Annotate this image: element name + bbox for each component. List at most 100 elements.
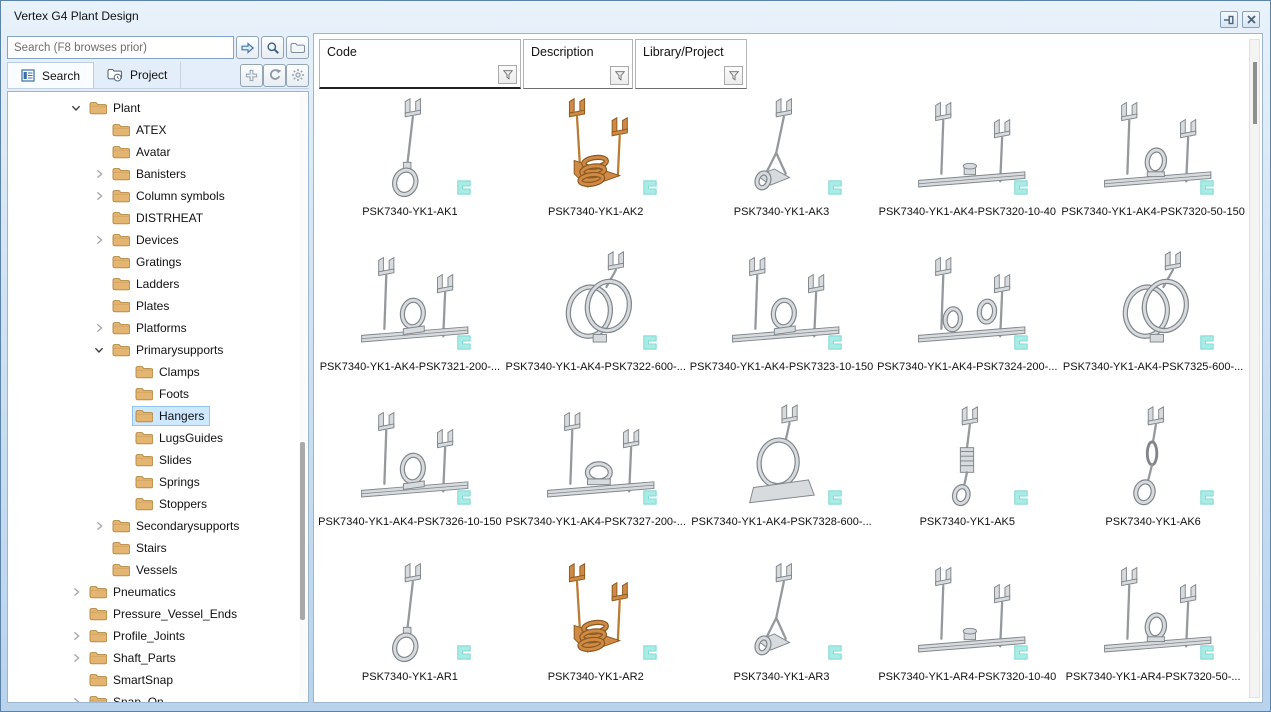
- component-item-psk7340-yk1-ak4-psk7328-600[interactable]: PSK7340-YK1-AK4-PSK7328-600-...: [689, 401, 875, 556]
- tree-item-lugsguides[interactable]: LugsGuides: [8, 427, 308, 449]
- component-item-psk7340-yk1-ak6[interactable]: PSK7340-YK1-AK6: [1060, 401, 1246, 556]
- tree-item-hangers[interactable]: Hangers: [8, 405, 308, 427]
- tab-project[interactable]: Project: [94, 62, 181, 88]
- tree-item-column-symbols[interactable]: Column symbols: [8, 185, 308, 207]
- tree-item-plates[interactable]: Plates: [8, 295, 308, 317]
- expand-toggle[interactable]: [70, 696, 86, 703]
- tree-item-snap-on[interactable]: Snap_On: [8, 691, 308, 703]
- tab-search[interactable]: Search: [7, 62, 94, 88]
- tree-item-smartsnap[interactable]: SmartSnap: [8, 669, 308, 691]
- column-header-description[interactable]: Description: [523, 39, 633, 89]
- component-item-psk7340-yk1-ak4-psk7326-10-150[interactable]: PSK7340-YK1-AK4-PSK7326-10-150: [317, 401, 503, 556]
- browse-folder-button[interactable]: [286, 36, 309, 59]
- expand-toggle[interactable]: [70, 102, 86, 114]
- tree-item-atex[interactable]: ATEX: [8, 119, 308, 141]
- tree-item-pneumatics[interactable]: Pneumatics: [8, 581, 308, 603]
- column-header-code[interactable]: Code: [319, 39, 521, 89]
- tree-item-stoppers[interactable]: Stoppers: [8, 493, 308, 515]
- component-item-psk7340-yk1-ak4-psk7320-10-40[interactable]: PSK7340-YK1-AK4-PSK7320-10-40: [874, 91, 1060, 246]
- component-item-psk7340-yk1-ak2[interactable]: PSK7340-YK1-AK2: [503, 91, 689, 246]
- tree-item-plant[interactable]: Plant: [8, 97, 308, 119]
- expand-toggle[interactable]: [93, 234, 109, 246]
- chevron-right-icon[interactable]: [70, 586, 82, 598]
- search-input[interactable]: [7, 36, 234, 59]
- expand-toggle[interactable]: [93, 344, 109, 356]
- column-header-library-project[interactable]: Library/Project: [635, 39, 747, 89]
- component-item-psk7340-yk1-ak4-psk7323-10-150[interactable]: PSK7340-YK1-AK4-PSK7323-10-150: [689, 246, 875, 401]
- tree-item-devices[interactable]: Devices: [8, 229, 308, 251]
- pin-window-button[interactable]: [1220, 11, 1238, 28]
- tree-item-vessels[interactable]: Vessels: [8, 559, 308, 581]
- chevron-right-icon[interactable]: [93, 168, 105, 180]
- expand-toggle[interactable]: [70, 630, 86, 642]
- tree-item-profile-joints[interactable]: Profile_Joints: [8, 625, 308, 647]
- chevron-right-icon[interactable]: [93, 520, 105, 532]
- tree-item-springs[interactable]: Springs: [8, 471, 308, 493]
- refresh-button[interactable]: [263, 64, 286, 87]
- component-item-psk7340-yk1-ak5[interactable]: PSK7340-YK1-AK5: [874, 401, 1060, 556]
- folder-icon: [112, 255, 130, 269]
- chevron-right-icon[interactable]: [70, 652, 82, 664]
- tree-item-distrheat[interactable]: DISTRHEAT: [8, 207, 308, 229]
- tree-item-clamps[interactable]: Clamps: [8, 361, 308, 383]
- tree-item-platforms[interactable]: Platforms: [8, 317, 308, 339]
- component-item-psk7340-yk1-ar2[interactable]: PSK7340-YK1-AR2: [503, 556, 689, 702]
- chevron-right-icon[interactable]: [70, 696, 82, 703]
- content-scrollbar-thumb[interactable]: [1253, 62, 1257, 124]
- tree-item-slides[interactable]: Slides: [8, 449, 308, 471]
- component-item-psk7340-yk1-ak4-psk7320-50-150[interactable]: PSK7340-YK1-AK4-PSK7320-50-150: [1060, 91, 1246, 246]
- component-item-psk7340-yk1-ak4-psk7325-600[interactable]: PSK7340-YK1-AK4-PSK7325-600-...: [1060, 246, 1246, 401]
- filter-button-code[interactable]: [498, 65, 517, 84]
- component-item-psk7340-yk1-ak4-psk7324-200[interactable]: PSK7340-YK1-AK4-PSK7324-200-...: [874, 246, 1060, 401]
- tree-scrollbar-thumb[interactable]: [300, 442, 305, 620]
- component-item-psk7340-yk1-ak1[interactable]: PSK7340-YK1-AK1: [317, 91, 503, 246]
- tree-item-avatar[interactable]: Avatar: [8, 141, 308, 163]
- component-item-psk7340-yk1-ar4-psk7320-10-40[interactable]: PSK7340-YK1-AR4-PSK7320-10-40: [874, 556, 1060, 702]
- component-browser: Code Description L: [313, 33, 1263, 703]
- component-item-psk7340-yk1-ar3[interactable]: PSK7340-YK1-AR3: [689, 556, 875, 702]
- filter-button-description[interactable]: [610, 66, 629, 85]
- component-item-psk7340-yk1-ak3[interactable]: PSK7340-YK1-AK3: [689, 91, 875, 246]
- component-library-badge-icon: [825, 333, 844, 352]
- component-item-psk7340-yk1-ak4-psk7327-200[interactable]: PSK7340-YK1-AK4-PSK7327-200-...: [503, 401, 689, 556]
- chevron-right-icon[interactable]: [70, 630, 82, 642]
- expand-toggle[interactable]: [70, 652, 86, 664]
- go-search-button[interactable]: [236, 36, 259, 59]
- close-window-button[interactable]: [1242, 11, 1260, 28]
- tree-item-secondarysupports[interactable]: Secondarysupports: [8, 515, 308, 537]
- expand-toggle[interactable]: [93, 190, 109, 202]
- tree-item-primarysupports[interactable]: Primarysupports: [8, 339, 308, 361]
- tree-item-foots[interactable]: Foots: [8, 383, 308, 405]
- folder-icon: [112, 299, 130, 313]
- component-item-psk7340-yk1-ak4-psk7321-200[interactable]: PSK7340-YK1-AK4-PSK7321-200-...: [317, 246, 503, 401]
- search-button[interactable]: [261, 36, 284, 59]
- titlebar[interactable]: Vertex G4 Plant Design: [1, 1, 1270, 33]
- expand-toggle[interactable]: [93, 322, 109, 334]
- add-button[interactable]: [240, 64, 263, 87]
- settings-button[interactable]: [286, 64, 309, 87]
- expand-toggle[interactable]: [93, 168, 109, 180]
- tree-item-label: DISTRHEAT: [136, 211, 203, 225]
- chevron-down-icon[interactable]: [70, 102, 82, 114]
- tree-item-pressure-vessel-ends[interactable]: Pressure_Vessel_Ends: [8, 603, 308, 625]
- expand-toggle[interactable]: [93, 520, 109, 532]
- component-item-psk7340-yk1-ar4-psk7320-50[interactable]: PSK7340-YK1-AR4-PSK7320-50-...: [1060, 556, 1246, 702]
- chevron-down-icon[interactable]: [93, 344, 105, 356]
- tree-item-shaft-parts[interactable]: Shaft_Parts: [8, 647, 308, 669]
- expand-toggle[interactable]: [70, 586, 86, 598]
- filter-button-library-project[interactable]: [724, 66, 743, 85]
- plus-icon: [245, 69, 258, 82]
- tree-item-ladders[interactable]: Ladders: [8, 273, 308, 295]
- component-item-psk7340-yk1-ar1[interactable]: PSK7340-YK1-AR1: [317, 556, 503, 702]
- chevron-right-icon[interactable]: [93, 190, 105, 202]
- tree-item-label: Profile_Joints: [113, 629, 185, 643]
- tree-item-gratings[interactable]: Gratings: [8, 251, 308, 273]
- tree-scrollbar[interactable]: [299, 94, 307, 700]
- tree-item-stairs[interactable]: Stairs: [8, 537, 308, 559]
- chevron-right-icon[interactable]: [93, 322, 105, 334]
- chevron-right-icon[interactable]: [93, 234, 105, 246]
- tree-item-label: Pneumatics: [113, 585, 176, 599]
- tree-item-banisters[interactable]: Banisters: [8, 163, 308, 185]
- content-scrollbar[interactable]: [1249, 39, 1260, 698]
- component-item-psk7340-yk1-ak4-psk7322-600[interactable]: PSK7340-YK1-AK4-PSK7322-600-...: [503, 246, 689, 401]
